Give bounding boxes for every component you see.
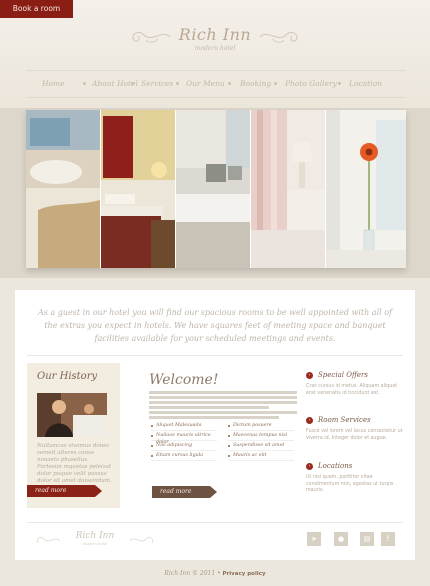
photo-gallery: [26, 110, 406, 268]
nav-separator: [176, 82, 179, 85]
nav-separator: [83, 82, 86, 85]
welcome-links-left: Aliquet Malesuada Nullaoe mauris ultrice…: [151, 422, 217, 462]
history-photo: [37, 393, 107, 437]
locations-text: Ut nisi quam, porttitor vitae condimentu…: [306, 475, 394, 493]
welcome-link[interactable]: Nullaoe mauris ultrice dolor: [151, 432, 217, 445]
welcome-link[interactable]: Maecenas tempus nisl: [228, 432, 294, 441]
logo-tagline: modern hotel: [194, 45, 236, 52]
gallery-photo-bedroom[interactable]: [101, 110, 175, 268]
copyright-bar: Rich Inn © 2011 • Privacy policy: [0, 570, 430, 577]
book-room-button[interactable]: Book a room: [0, 0, 73, 18]
nav-item-booking[interactable]: Booking: [240, 71, 271, 97]
welcome-link[interactable]: Dictum posuere: [228, 422, 294, 431]
welcome-link[interactable]: Nisi adipiscing: [151, 442, 217, 451]
nav-item-location[interactable]: Location: [349, 71, 382, 97]
blogger-icon[interactable]: ▤: [360, 532, 374, 546]
nav-item-home[interactable]: Home: [42, 71, 65, 97]
footer-logo-name: Rich Inn: [75, 531, 115, 541]
room-services-title[interactable]: › Room Services: [306, 415, 404, 426]
arrow-bullet-icon: ›: [306, 417, 313, 424]
nav-item-services[interactable]: Services: [141, 71, 173, 97]
nav-item-our-menu[interactable]: Our Menu: [186, 71, 225, 97]
room-services-text: Fusce vel lorem vel lacus consectetur ut…: [306, 429, 403, 441]
welcome-text-line: [149, 416, 279, 419]
welcome-text-line: [149, 391, 297, 394]
welcome-text-line: [149, 411, 297, 414]
gallery-photo-lamp[interactable]: [251, 110, 325, 268]
welcome-text-line: [149, 396, 297, 399]
history-read-more-button[interactable]: read more: [27, 485, 102, 497]
locations-title[interactable]: › Locations: [306, 461, 404, 472]
main-content: As a guest in our hotel you will find ou…: [15, 290, 415, 560]
gallery-photo-bed[interactable]: [26, 110, 100, 268]
welcome-read-more-button[interactable]: read more: [152, 486, 217, 498]
nav-separator: [228, 82, 231, 85]
special-offers-title[interactable]: › Special Offers: [306, 370, 404, 381]
room-services-section: › Room Services Fusce vel lorem vel lacus…: [306, 415, 404, 442]
welcome-text-line: [149, 401, 297, 404]
flickr-icon[interactable]: ●: [334, 532, 348, 546]
welcome-text-line: [149, 406, 269, 409]
footer-logo[interactable]: Rich Inn modern hotel: [35, 530, 155, 552]
facebook-icon[interactable]: f: [381, 532, 395, 546]
nav-separator: [274, 82, 277, 85]
logo[interactable]: Rich Inn modern hotel: [128, 15, 302, 55]
copyright-text: Rich Inn © 2011 •: [164, 570, 221, 577]
intro-text: As a guest in our hotel you will find ou…: [37, 308, 393, 343]
divider: [27, 355, 403, 356]
gallery-photo-sofa[interactable]: [176, 110, 250, 268]
footer-logo-tagline: modern hotel: [82, 542, 108, 546]
welcome-links-right: Dictum posuere Maecenas tempus nisl Susp…: [228, 422, 294, 462]
welcome-link[interactable]: Etiam cursus ligula: [151, 452, 217, 461]
privacy-policy-link[interactable]: Privacy policy: [223, 571, 266, 577]
special-offers-section: › Special Offers Cras cursus id metus. Al…: [306, 370, 404, 397]
arrow-bullet-icon: ›: [306, 463, 313, 470]
history-text: Nullamcas vivamus donec semeit alteres c…: [37, 443, 112, 484]
main-nav: Home About Hotel Services Our Menu Booki…: [26, 70, 406, 98]
nav-separator: [131, 82, 134, 85]
welcome-link[interactable]: Aliquet Malesuada: [151, 422, 217, 431]
twitter-icon[interactable]: ➤: [307, 532, 321, 546]
arrow-bullet-icon: ›: [306, 372, 313, 379]
logo-name: Rich Inn: [178, 25, 252, 44]
special-offers-text: Cras cursus id metus. Aliquam aliquet er…: [306, 384, 398, 396]
welcome-title: Welcome!: [149, 372, 219, 388]
gallery-photo-flower[interactable]: [326, 110, 406, 268]
welcome-link[interactable]: Mauris ac elit: [228, 452, 294, 461]
welcome-link[interactable]: Suspendisse sit amet: [228, 442, 294, 451]
locations-section: › Locations Ut nisi quam, porttitor vitae…: [306, 461, 404, 495]
history-title: Our History: [37, 371, 98, 382]
nav-item-photo-gallery[interactable]: Photo Gallery: [285, 71, 337, 97]
nav-separator: [338, 82, 341, 85]
